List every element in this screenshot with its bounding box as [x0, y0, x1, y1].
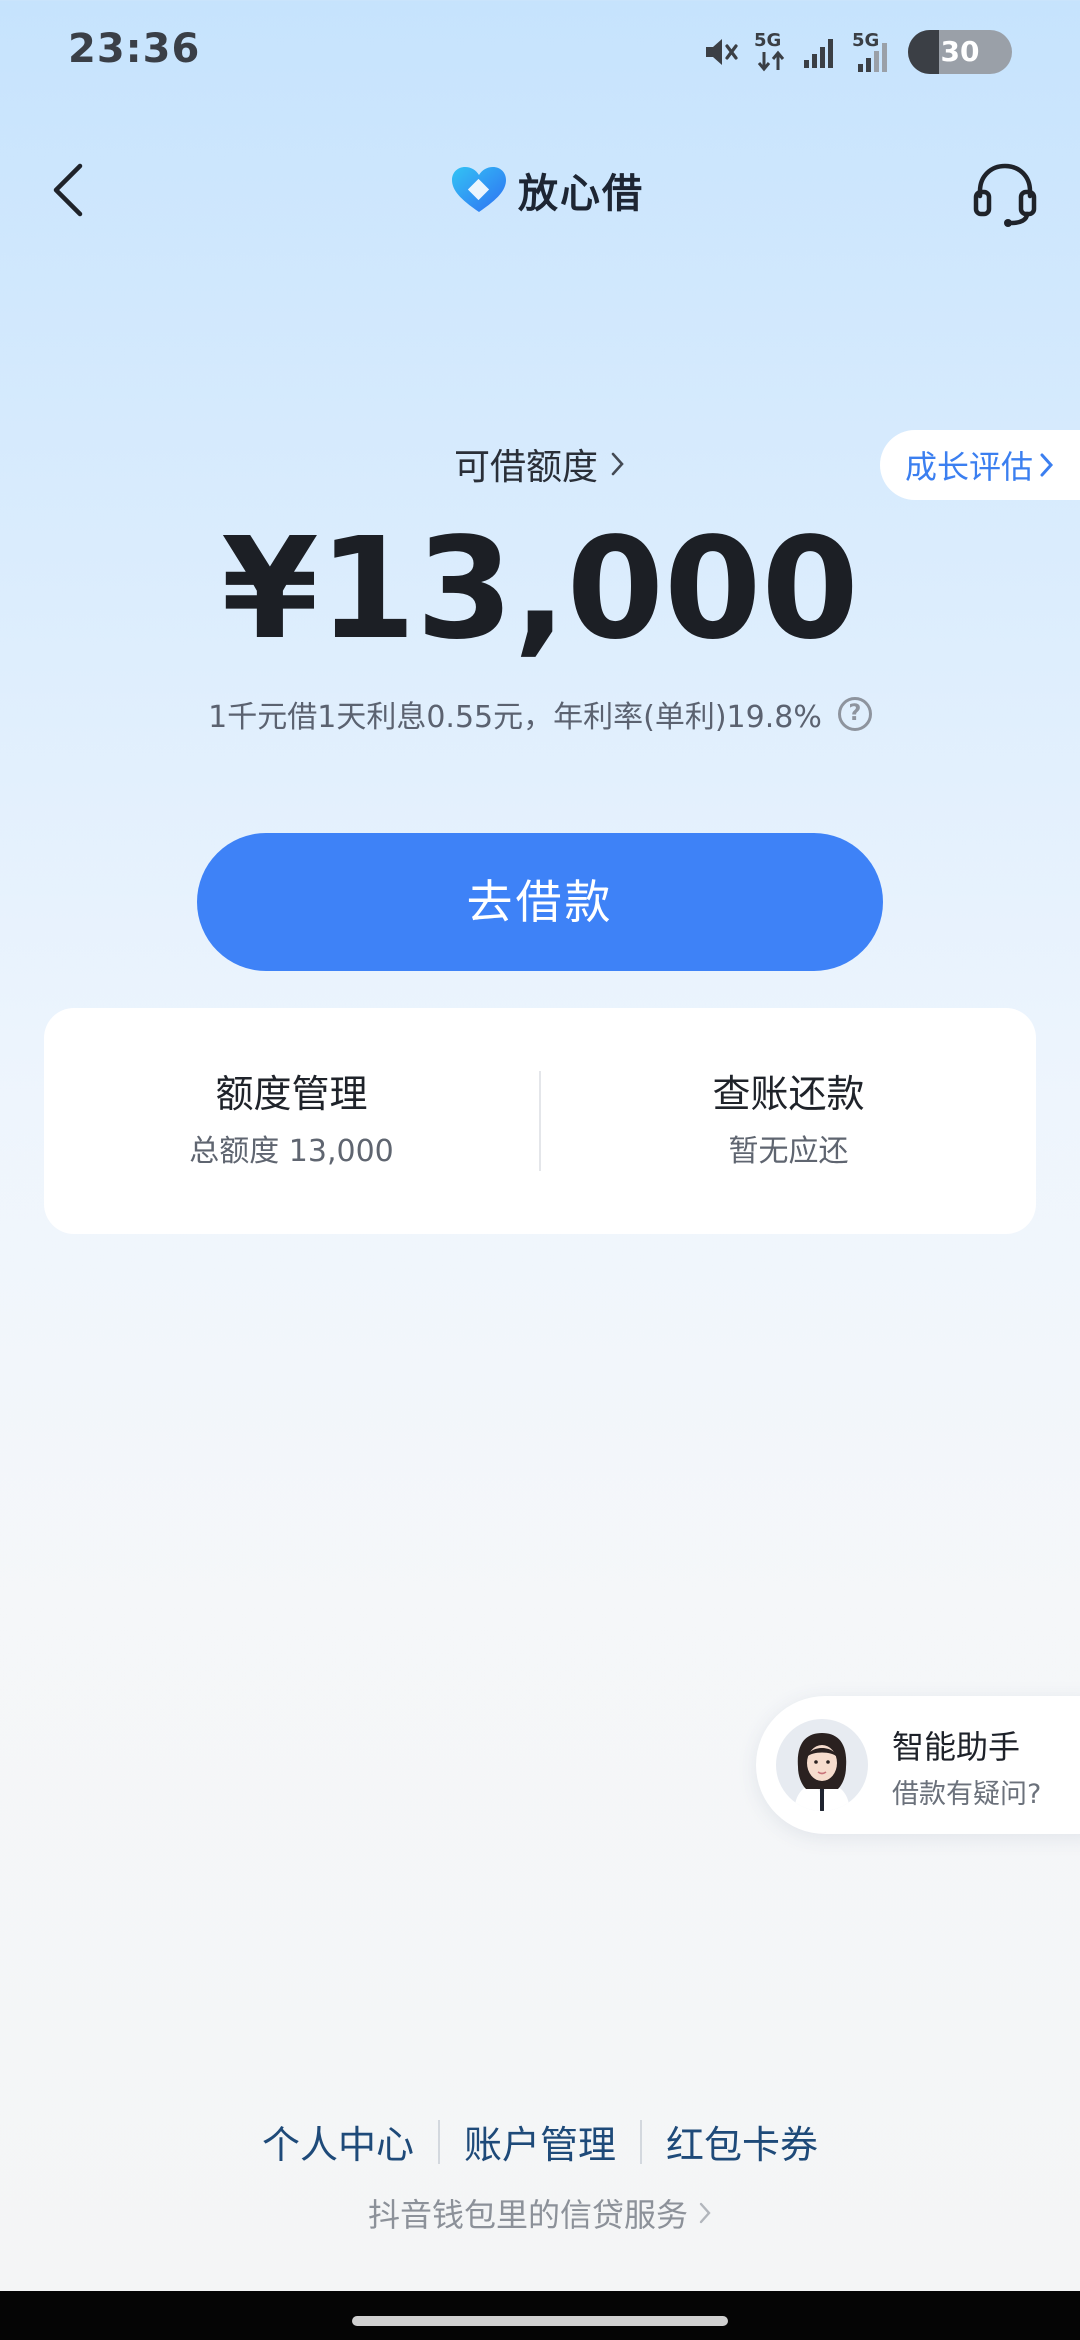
status-icons: 5G 5G 30 [700, 30, 1012, 74]
bill-repayment-button[interactable]: 查账还款 暂无应还 [541, 1066, 1036, 1176]
rate-text: 1千元借1天利息0.55元，年利率(单利)19.8% [208, 700, 822, 735]
wallet-service-link[interactable]: 抖音钱包里的信贷服务 [0, 2190, 1080, 2236]
customer-service-button[interactable] [970, 158, 1040, 228]
quota-management-title: 额度管理 [215, 1072, 368, 1116]
wallet-service-text: 抖音钱包里的信贷服务 [367, 2196, 688, 2234]
personal-center-link[interactable]: 个人中心 [238, 2114, 438, 2169]
account-management-link[interactable]: 账户管理 [440, 2114, 640, 2169]
quota-management-button[interactable]: 额度管理 总额度 13,000 [44, 1066, 539, 1176]
chevron-left-icon [53, 163, 83, 217]
total-quota-text: 总额度 13,000 [189, 1134, 394, 1169]
brand-name: 放心借 [518, 171, 644, 217]
signal-icon [804, 39, 833, 68]
headset-icon [973, 163, 1037, 227]
help-icon[interactable]: ? [837, 697, 872, 731]
nav-bar: 放心借 [0, 130, 1080, 250]
mute-icon [706, 39, 738, 65]
network-5g-icon: 5G [754, 30, 788, 74]
available-amount: ¥13,000 [221, 508, 859, 671]
battery-indicator: 30 [908, 30, 1012, 74]
coupons-link[interactable]: 红包卡券 [642, 2114, 842, 2169]
assistant-title: 智能助手 [892, 1728, 1021, 1766]
smart-assistant-button[interactable]: 智能助手 借款有疑问? [756, 1696, 1080, 1834]
brand: 放心借 [450, 158, 644, 222]
quota-label-link[interactable]: 可借额度 [0, 438, 1080, 490]
borrow-button[interactable]: 去借款 [197, 833, 883, 971]
status-bar: 23:36 5G 5G 30 [0, 0, 1080, 110]
signal-5g-icon: 5G [852, 30, 894, 74]
status-time: 23:36 [68, 26, 201, 72]
bill-repayment-title: 查账还款 [712, 1072, 865, 1116]
chevron-right-icon [611, 452, 624, 476]
footer-links: 个人中心 账户管理 红包卡券 [0, 2114, 1080, 2169]
home-indicator[interactable] [352, 2316, 728, 2326]
quota-label: 可借额度 [453, 447, 598, 488]
rate-info: 1千元借1天利息0.55元，年利率(单利)19.8% ? [0, 692, 1080, 736]
account-card: 额度管理 总额度 13,000 查账还款 暂无应还 [44, 1008, 1036, 1234]
repayment-status-text: 暂无应还 [728, 1134, 849, 1169]
brand-logo-icon [452, 167, 506, 212]
assistant-avatar [776, 1719, 868, 1811]
back-button[interactable] [40, 158, 104, 222]
chevron-right-icon [699, 2202, 711, 2224]
assistant-subtitle: 借款有疑问? [892, 1779, 1042, 1810]
